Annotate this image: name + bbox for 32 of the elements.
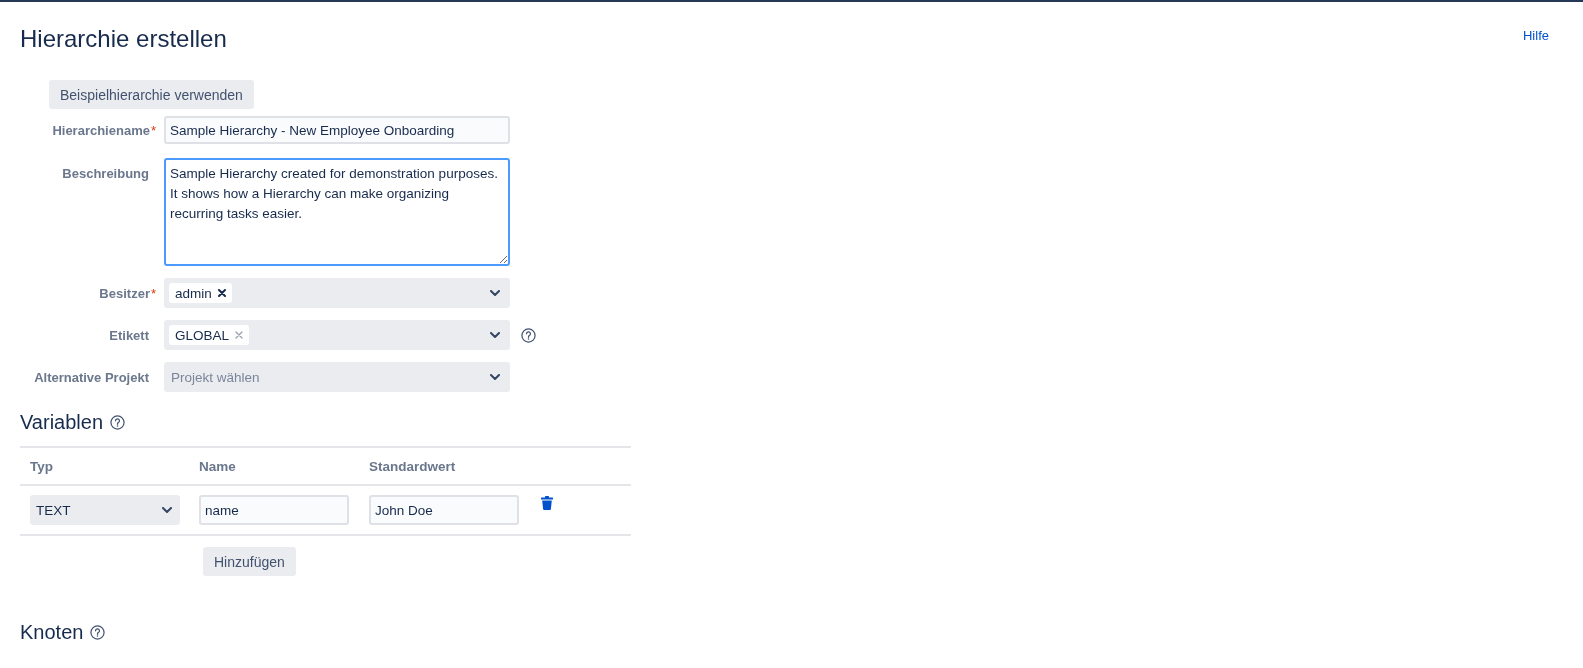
section-heading: Knoten (20, 620, 84, 644)
section-heading: Variablen (20, 410, 104, 434)
tag-label: admin (175, 285, 212, 301)
type-select[interactable]: TEXT (30, 495, 180, 525)
chevron-down-icon (490, 332, 500, 338)
field-label: Besitzer* (99, 285, 156, 301)
column-header: Name (199, 458, 236, 474)
chevron-down-icon (162, 507, 172, 513)
field-label: Beschreibung (62, 165, 149, 181)
text-field[interactable]: John Doe (369, 495, 519, 525)
sample-hierarchy-button[interactable]: Beispielhierarchie verwenden (49, 80, 254, 109)
text-field[interactable]: name (199, 495, 349, 525)
tag-label: GLOBAL (175, 327, 230, 343)
chevron-down-icon (490, 374, 500, 380)
help-icon[interactable] (521, 327, 536, 343)
tag-select[interactable]: admin (164, 278, 510, 308)
text-area[interactable]: Sample Hierarchy created for demonstration purposes. It shows how a Hierarchy can make organizing recurring tasks easier. (164, 158, 510, 266)
column-header: Standardwert (369, 458, 456, 474)
help-icon[interactable] (110, 414, 126, 430)
tag-select[interactable]: GLOBAL (164, 320, 510, 350)
chevron-down-icon (490, 290, 500, 296)
text-field[interactable]: Sample Hierarchy - New Employee Onboarding (164, 116, 510, 144)
help-link[interactable]: Hilfe (1523, 28, 1549, 43)
help-icon[interactable] (90, 624, 106, 640)
trash-icon[interactable] (541, 496, 553, 510)
field-label: Etikett (109, 327, 149, 343)
remove-icon[interactable] (217, 289, 226, 297)
column-header: Typ (30, 458, 53, 474)
field-label: Alternative Projekt (34, 369, 149, 385)
field-label: Hierarchiename* (52, 122, 156, 138)
page-title: Hierarchie erstellen (20, 24, 227, 54)
add-button[interactable]: Hinzufügen (203, 547, 296, 576)
